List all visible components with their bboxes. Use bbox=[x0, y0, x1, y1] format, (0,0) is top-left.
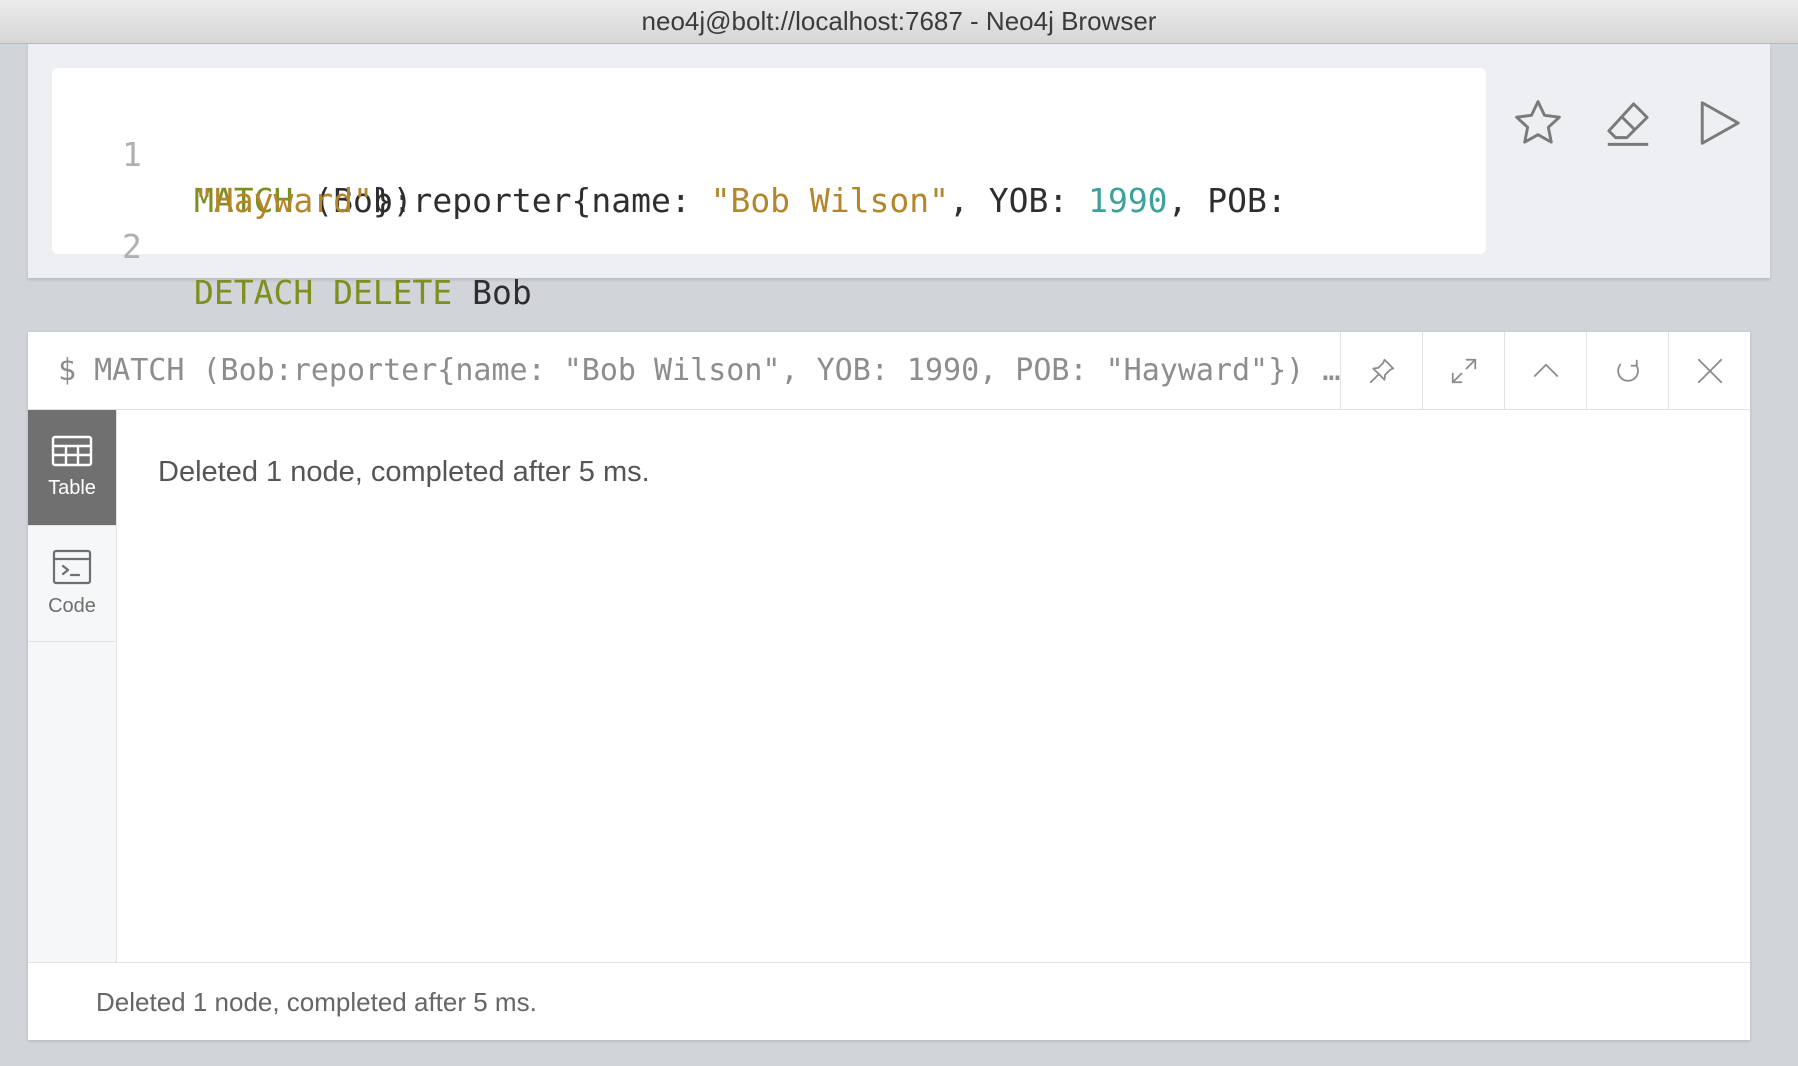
tab-table[interactable]: Table bbox=[28, 410, 116, 526]
clear-eraser-icon[interactable] bbox=[1593, 88, 1663, 158]
tab-code[interactable]: Code bbox=[28, 526, 116, 642]
code-terminal-icon bbox=[52, 549, 92, 585]
code-text: "Hayward"}) bbox=[194, 178, 413, 224]
code-token: }) bbox=[372, 181, 413, 220]
frame-toolbar bbox=[1340, 332, 1750, 410]
code-line-1-wrap: "Hayward"}) bbox=[52, 132, 413, 220]
code-token: , YOB: bbox=[949, 181, 1089, 220]
cypher-editor[interactable]: 1 MATCH (Bob:reporter{name: "Bob Wilson"… bbox=[52, 68, 1486, 312]
code-token: Bob bbox=[452, 273, 532, 312]
expand-icon[interactable] bbox=[1422, 332, 1504, 410]
close-icon[interactable] bbox=[1668, 332, 1750, 410]
frame-header: $ MATCH (Bob:reporter{name: "Bob Wilson"… bbox=[28, 332, 1750, 410]
code-token: "Bob Wilson" bbox=[710, 181, 949, 220]
run-play-icon[interactable] bbox=[1683, 88, 1753, 158]
tab-label: Code bbox=[48, 595, 96, 617]
line-number: 2 bbox=[122, 227, 142, 266]
rerun-icon[interactable] bbox=[1586, 332, 1668, 410]
collapse-up-icon[interactable] bbox=[1504, 332, 1586, 410]
window-title: neo4j@bolt://localhost:7687 - Neo4j Brow… bbox=[641, 6, 1157, 36]
favorite-star-icon[interactable] bbox=[1503, 88, 1573, 158]
code-token: "Hayward" bbox=[194, 181, 373, 220]
editor-panel: 1 MATCH (Bob:reporter{name: "Bob Wilson"… bbox=[28, 44, 1770, 312]
code-token: , POB: bbox=[1167, 181, 1287, 220]
code-token: DETACH DELETE bbox=[194, 273, 453, 312]
status-message: Deleted 1 node, completed after 5 ms. bbox=[96, 987, 537, 1017]
tab-label: Table bbox=[48, 477, 96, 499]
code-line-2: 2 DETACH DELETE Bob bbox=[52, 178, 532, 312]
code-text: DETACH DELETE Bob bbox=[194, 270, 532, 316]
result-frame: $ MATCH (Bob:reporter{name: "Bob Wilson"… bbox=[28, 332, 1750, 1040]
code-line-1: 1 MATCH (Bob:reporter{name: "Bob Wilson"… bbox=[52, 86, 1287, 220]
window-titlebar: neo4j@bolt://localhost:7687 - Neo4j Brow… bbox=[0, 0, 1798, 44]
table-icon bbox=[51, 435, 93, 467]
pin-icon[interactable] bbox=[1340, 332, 1422, 410]
frame-command[interactable]: $ MATCH (Bob:reporter{name: "Bob Wilson"… bbox=[58, 332, 1348, 410]
result-message: Deleted 1 node, completed after 5 ms. bbox=[158, 456, 650, 488]
view-sidebar: Table Code bbox=[28, 410, 117, 962]
code-token: 1990 bbox=[1088, 181, 1168, 220]
status-bar: Deleted 1 node, completed after 5 ms. bbox=[28, 962, 1750, 1040]
